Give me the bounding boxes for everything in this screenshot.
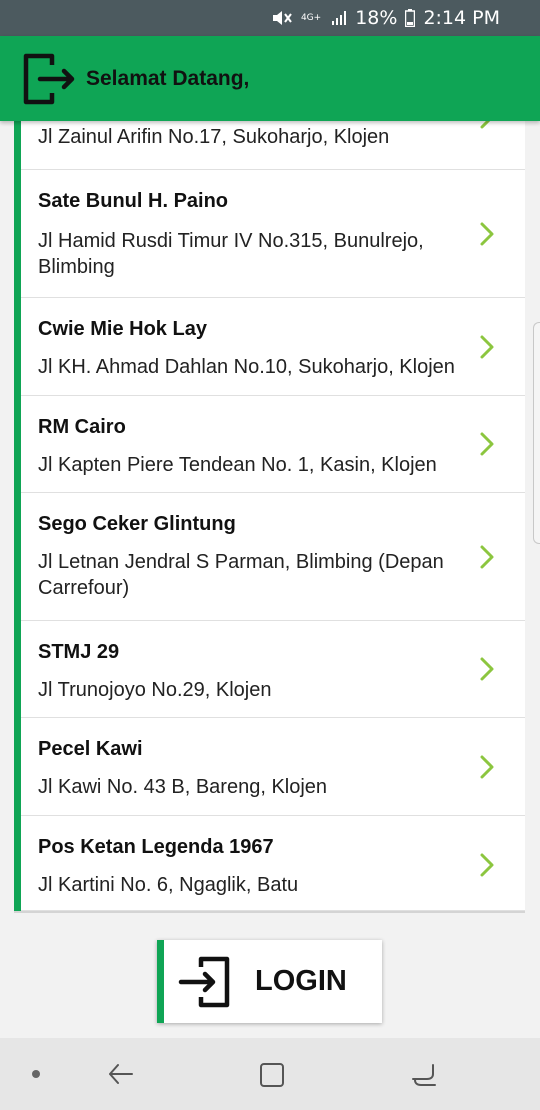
battery-level: 18% bbox=[355, 7, 398, 29]
status-bar: 4G+ 18% 2:14 PM bbox=[0, 0, 540, 36]
restaurant-name: Sego Ceker Glintung bbox=[38, 513, 236, 535]
restaurant-address: Jl KH. Ahmad Dahlan No.10, Sukoharjo, Kl… bbox=[38, 356, 455, 378]
restaurant-item[interactable]: RM Cairo Jl Kapten Piere Tendean No. 1, K… bbox=[21, 396, 525, 493]
chevron-right-icon[interactable] bbox=[479, 121, 495, 130]
app-header: Selamat Datang, bbox=[0, 36, 540, 121]
restaurant-address: Jl Letnan Jendral S Parman, Blimbing (De… bbox=[38, 551, 444, 599]
restaurant-address: Jl Kapten Piere Tendean No. 1, Kasin, Kl… bbox=[38, 454, 437, 476]
battery-icon bbox=[405, 9, 416, 27]
list-shadow bbox=[14, 910, 525, 913]
restaurant-list[interactable]: Jl Zainul Arifin No.17, Sukoharjo, Kloje… bbox=[0, 121, 540, 911]
restaurant-name: Cwie Mie Hok Lay bbox=[38, 318, 207, 340]
back-icon[interactable] bbox=[106, 1060, 136, 1088]
chevron-right-icon[interactable] bbox=[479, 221, 495, 247]
mute-icon bbox=[271, 9, 293, 27]
restaurant-item[interactable]: Sate Bunul H. Paino Jl Hamid Rusdi Timur … bbox=[21, 170, 525, 298]
restaurant-item[interactable]: Cwie Mie Hok Lay Jl KH. Ahmad Dahlan No.1… bbox=[21, 298, 525, 396]
chevron-right-icon[interactable] bbox=[479, 852, 495, 878]
system-nav-bar bbox=[0, 1038, 540, 1110]
restaurant-address: Jl Kawi No. 43 B, Bareng, Klojen bbox=[38, 776, 328, 798]
chevron-right-icon[interactable] bbox=[479, 754, 495, 780]
login-label: LOGIN bbox=[255, 965, 347, 997]
chevron-right-icon[interactable] bbox=[479, 334, 495, 360]
restaurant-item[interactable]: Sego Ceker Glintung Jl Letnan Jendral S P… bbox=[21, 493, 525, 621]
restaurant-item[interactable]: Pecel Kawi Jl Kawi No. 43 B, Bareng, Kloj… bbox=[21, 718, 525, 816]
chevron-right-icon[interactable] bbox=[479, 656, 495, 682]
chevron-right-icon[interactable] bbox=[479, 431, 495, 457]
restaurant-name: Pos Ketan Legenda 1967 bbox=[38, 836, 274, 858]
home-icon[interactable] bbox=[258, 1061, 286, 1089]
restaurant-address: Jl Kartini No. 6, Ngaglik, Batu bbox=[38, 874, 299, 896]
restaurant-address: Jl Zainul Arifin No.17, Sukoharjo, Kloje… bbox=[38, 126, 390, 148]
restaurant-name: Sate Bunul H. Paino bbox=[38, 190, 229, 212]
login-icon bbox=[177, 955, 231, 1009]
signal-icon bbox=[331, 10, 347, 26]
restaurant-address: Jl Hamid Rusdi Timur IV No.315, Bunulrej… bbox=[38, 230, 424, 278]
restaurant-name: STMJ 29 bbox=[38, 641, 120, 663]
logout-icon[interactable] bbox=[22, 51, 78, 107]
restaurant-name: RM Cairo bbox=[38, 416, 126, 438]
restaurant-item[interactable]: STMJ 29 Jl Trunojoyo No.29, Klojen bbox=[21, 621, 525, 718]
restaurant-address: Jl Trunojoyo No.29, Klojen bbox=[38, 679, 272, 701]
recent-apps-icon[interactable] bbox=[409, 1061, 439, 1089]
welcome-title: Selamat Datang, bbox=[86, 66, 250, 90]
login-button[interactable]: LOGIN bbox=[157, 940, 382, 1023]
restaurant-name: Pecel Kawi bbox=[38, 738, 143, 760]
nav-dot-icon[interactable] bbox=[32, 1070, 40, 1078]
network-type: 4G+ bbox=[300, 12, 322, 23]
clock: 2:14 PM bbox=[423, 7, 500, 29]
restaurant-item[interactable]: Jl Zainul Arifin No.17, Sukoharjo, Kloje… bbox=[21, 121, 525, 170]
restaurant-item[interactable]: Pos Ketan Legenda 1967 Jl Kartini No. 6, … bbox=[21, 816, 525, 911]
chevron-right-icon[interactable] bbox=[479, 544, 495, 570]
scrollbar[interactable] bbox=[533, 322, 540, 544]
